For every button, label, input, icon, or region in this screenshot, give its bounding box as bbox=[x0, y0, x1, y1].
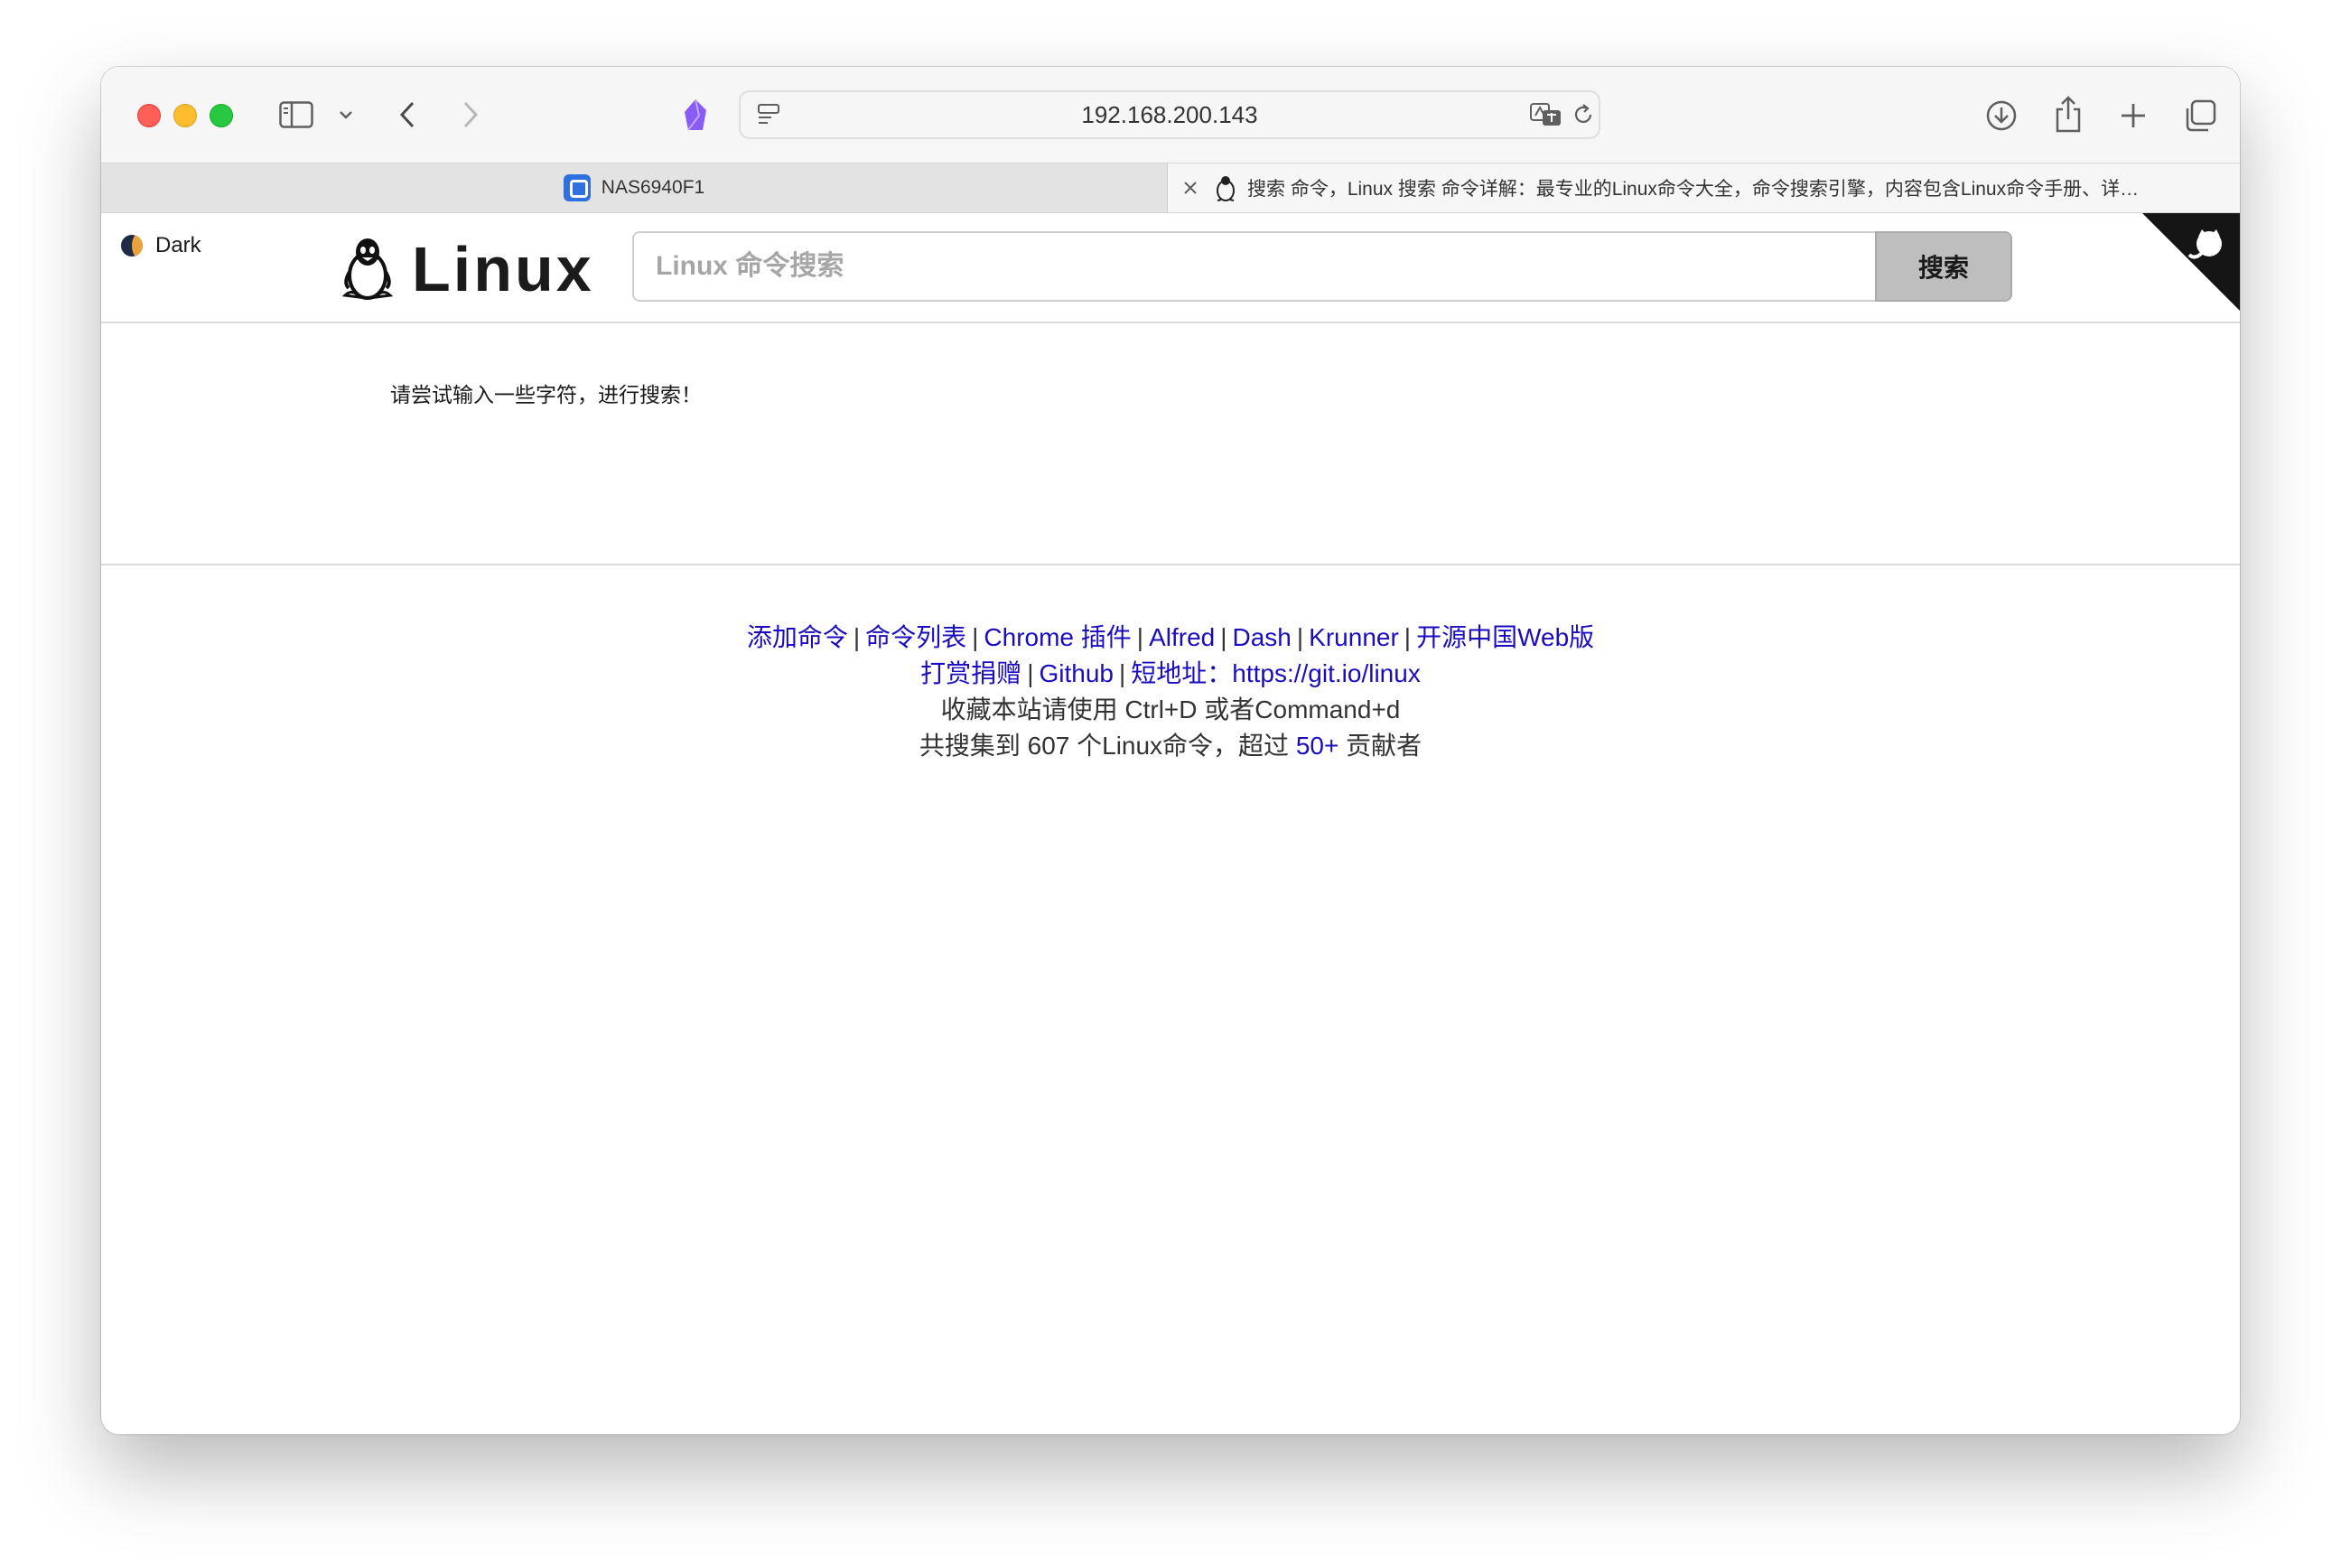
sidebar-icon[interactable] bbox=[278, 99, 314, 130]
github-corner-icon[interactable] bbox=[2142, 213, 2240, 311]
search-hint: 请尝试输入一些字符，进行搜索！ bbox=[390, 383, 702, 406]
tab-label: 搜索 命令，Linux 搜索 命令详解：最专业的Linux命令大全，命令搜索引擎… bbox=[1247, 179, 2140, 200]
footer-count-suffix: 贡献者 bbox=[1346, 732, 1422, 760]
footer-count-line: 共搜集到 607 个Linux命令，超过 50+ 贡献者 bbox=[101, 728, 2240, 764]
address-bar[interactable]: 192.168.200.143 bbox=[739, 90, 1600, 139]
footer-short-label[interactable]: 短地址： bbox=[1131, 659, 1232, 687]
dark-mode-toggle[interactable]: Dark bbox=[121, 233, 201, 258]
footer-link-chrome-plugin[interactable]: Chrome 插件 bbox=[984, 623, 1131, 651]
tab-label: NAS6940F1 bbox=[601, 177, 705, 198]
footer-bookmark-text: 收藏本站请使用 Ctrl+D 或者Command+d bbox=[940, 695, 1401, 723]
footer-link-alfred[interactable]: Alfred bbox=[1149, 623, 1215, 651]
logo-text: Linux bbox=[412, 234, 594, 304]
reload-icon[interactable] bbox=[1570, 101, 1597, 128]
site-logo[interactable]: Linux bbox=[340, 233, 594, 305]
footer-links-row-1: 添加命令 | 命令列表 | Chrome 插件 | Alfred | Dash | Krunner |… bbox=[746, 623, 1595, 651]
tab-overview-icon[interactable] bbox=[2182, 98, 2218, 134]
footer-link-donate[interactable]: 打赏捐赠 bbox=[920, 659, 1021, 687]
dark-label: Dark bbox=[155, 233, 201, 257]
browser-window: 192.168.200.143 NAS6940F1 搜索 命令，Linux 搜索… bbox=[101, 67, 2240, 1434]
tab-nas[interactable]: NAS6940F1 bbox=[101, 163, 1167, 212]
site-footer: 添加命令 | 命令列表 | Chrome 插件 | Alfred | Dash | Krunner |… bbox=[101, 620, 2240, 764]
tab-linux-search[interactable]: 搜索 命令，Linux 搜索 命令详解：最专业的Linux命令大全，命令搜索引擎… bbox=[1167, 163, 2240, 212]
footer-link-add-command[interactable]: 添加命令 bbox=[747, 623, 848, 651]
footer-link-krunner[interactable]: Krunner bbox=[1309, 623, 1399, 651]
footer-short-url[interactable]: https://git.io/linux bbox=[1232, 659, 1421, 687]
site-header: Dark Linux 搜索 bbox=[101, 213, 2240, 323]
penguin-favicon-icon bbox=[1215, 174, 1236, 201]
translate-icon[interactable] bbox=[1530, 101, 1562, 128]
close-tab-icon[interactable] bbox=[1182, 180, 1198, 196]
tux-penguin-icon bbox=[341, 238, 394, 300]
close-window-button[interactable] bbox=[137, 104, 161, 127]
chevron-down-icon[interactable] bbox=[338, 107, 354, 123]
search-button[interactable]: 搜索 bbox=[1875, 231, 2012, 302]
nas-favicon-icon bbox=[563, 174, 591, 201]
footer-link-github[interactable]: Github bbox=[1039, 659, 1114, 687]
extension-icon[interactable] bbox=[679, 98, 712, 134]
footer-link-dash[interactable]: Dash bbox=[1233, 623, 1292, 651]
footer-links-row-2: 打赏捐赠 | Github | 短地址：https://git.io/linux bbox=[920, 659, 1421, 687]
tab-bar: NAS6940F1 搜索 命令，Linux 搜索 命令详解：最专业的Linux命… bbox=[101, 163, 2240, 213]
footer-divider bbox=[101, 564, 2240, 565]
back-icon[interactable] bbox=[394, 99, 421, 130]
moon-icon bbox=[121, 235, 143, 257]
forward-icon[interactable] bbox=[457, 99, 484, 130]
footer-count-prefix: 共搜集到 607 个Linux命令，超过 bbox=[919, 732, 1290, 760]
page-content: Dark Linux 搜索 bbox=[101, 213, 2240, 1434]
new-tab-icon[interactable] bbox=[2117, 99, 2150, 132]
footer-link-command-list[interactable]: 命令列表 bbox=[865, 623, 966, 651]
footer-link-oschina-web[interactable]: 开源中国Web版 bbox=[1416, 623, 1594, 651]
search-input[interactable] bbox=[632, 231, 1875, 302]
address-text[interactable]: 192.168.200.143 bbox=[741, 92, 1599, 137]
maximize-window-button[interactable] bbox=[210, 104, 233, 127]
download-icon[interactable] bbox=[1983, 98, 2019, 134]
share-icon[interactable] bbox=[2050, 94, 2086, 134]
browser-toolbar: 192.168.200.143 bbox=[101, 67, 2240, 163]
minimize-window-button[interactable] bbox=[173, 104, 197, 127]
footer-contributors-link[interactable]: 50+ bbox=[1296, 732, 1339, 760]
